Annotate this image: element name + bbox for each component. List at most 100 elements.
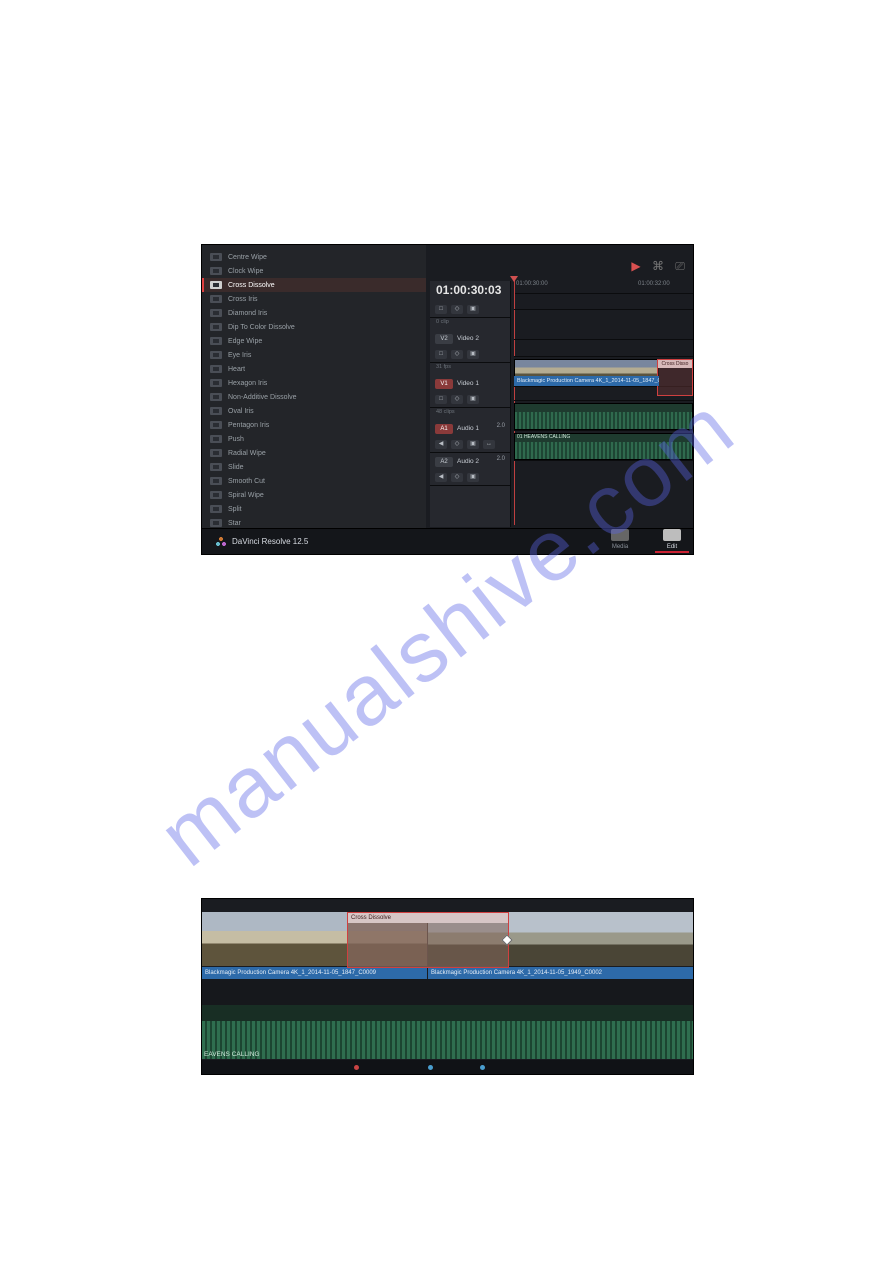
video-lane[interactable]: Blackmagic Production Camera 4K_1_2014-1… [202,899,693,980]
transition-item[interactable]: Dip To Color Dissolve [202,320,426,334]
transition-name: Star [228,520,241,527]
resolve-panel-top: Centre Wipe Clock Wipe Cross Dissolve Cross… [201,244,694,555]
marker-icon[interactable] [428,1065,433,1070]
transition-name: Dip To Color Dissolve [228,324,295,331]
transition-name: Diamond Iris [228,310,267,317]
track-head-a2[interactable]: A2Audio 2 2.0 ◀◇▣ [430,453,510,486]
transition-item[interactable]: Radial Wipe [202,446,426,460]
media-icon [611,529,629,541]
edit-icon [663,529,681,541]
transition-icon [210,463,222,471]
transition-icon [210,393,222,401]
transition-icon [210,477,222,485]
transition-icon [210,253,222,261]
timeline-area: ▶ ⌘ ⎚ 01:00:30:00 01:00:32:00 01:00:30:0… [426,245,693,528]
audio-clip-a2[interactable]: 01 HEAVENS CALLING [514,433,693,460]
clip-name: Blackmagic Production Camera 4K_1_2014-1… [428,967,693,979]
transition-name: Radial Wipe [228,450,266,457]
transition-icon [210,267,222,275]
resolve-logo-icon [216,537,226,547]
mini-ruler[interactable] [202,1060,693,1074]
transition-item[interactable]: Smooth Cut [202,474,426,488]
audio-clip-label: EAVENS CALLING [204,1051,260,1058]
blade-tool-icon[interactable]: ⌘ [651,259,665,271]
audio-clip-a1[interactable] [514,403,693,430]
transition-icon [210,323,222,331]
transition-item[interactable]: Eye Iris [202,348,426,362]
app-title: DaVinci Resolve 12.5 [232,537,308,546]
transition-item[interactable]: Heart [202,362,426,376]
transition-icon [210,407,222,415]
transition-icon [210,519,222,527]
arrow-tool-icon[interactable]: ▶ [629,259,643,271]
page-nav: Media Edit [603,529,689,553]
clip-right[interactable]: Blackmagic Production Camera 4K_1_2014-1… [428,912,693,966]
transition-item[interactable]: Oval Iris [202,404,426,418]
transition-name: Eye Iris [228,352,251,359]
transition-icon [210,351,222,359]
audio-clip-label: 01 HEAVENS CALLING [517,434,570,440]
ruler-tick: 01:00:30:00 [516,281,548,287]
transition-name: Oval Iris [228,408,254,415]
transition-icon [210,337,222,345]
transition-name: Hexagon Iris [228,380,267,387]
transition-icon [210,365,222,373]
transition-item[interactable]: Pentagon Iris [202,418,426,432]
track-headers: 01:00:30:03 □◇▣ 0 clip V2Video 2 □◇▣ 31 … [430,281,511,527]
timeline-lanes[interactable]: Cross Disso Blackmagic Production Camera… [514,293,693,528]
transition-name: Cross Dissolve [228,282,275,289]
track-head-v2[interactable]: V2Video 2 □◇▣ [430,330,510,363]
transition-item[interactable]: Non-Additive Dissolve [202,390,426,404]
transition-name: Centre Wipe [228,254,267,261]
transition-item[interactable]: Clock Wipe [202,264,426,278]
track-head-v3[interactable]: □◇▣ [430,299,510,318]
transition-name: Slide [228,464,244,471]
lane-a2[interactable]: 01 HEAVENS CALLING [514,431,693,461]
transition-icon [210,281,222,289]
transition-icon [210,435,222,443]
transition-icon [210,491,222,499]
track-head-v1[interactable]: V1Video 1 □◇▣ [430,375,510,408]
marker-icon[interactable] [354,1065,359,1070]
resolve-panel-bottom: Blackmagic Production Camera 4K_1_2014-1… [201,898,694,1075]
app-footer: DaVinci Resolve 12.5 Media Edit [202,528,693,554]
transition-item[interactable]: Push [202,432,426,446]
transition-icon [210,505,222,513]
lane-v1[interactable]: Cross Disso Blackmagic Production Camera… [514,357,693,387]
ruler-tick: 01:00:32:00 [638,281,670,287]
transition-item[interactable]: Cross Dissolve [202,278,426,292]
transition-name: Split [228,506,242,513]
transition-icon [210,379,222,387]
nav-edit[interactable]: Edit [655,529,689,553]
transition-name: Heart [228,366,245,373]
transition-item[interactable]: Spiral Wipe [202,488,426,502]
lane-a1[interactable] [514,401,693,431]
link-tool-icon[interactable]: ⎚ [673,259,687,271]
transition-item[interactable]: Slide [202,460,426,474]
transition-item[interactable]: Edge Wipe [202,334,426,348]
transition-icon [210,449,222,457]
transition-icon [210,421,222,429]
track-head-a1[interactable]: A1Audio 1 2.0 ◀◇▣↔ [430,420,510,453]
transition-label: Cross Disso [658,360,692,368]
nav-media[interactable]: Media [603,529,637,553]
transition-icon [210,295,222,303]
transitions-list: Centre Wipe Clock Wipe Cross Dissolve Cross… [202,245,427,533]
transition-item[interactable]: Hexagon Iris [202,376,426,390]
transition-name: Edge Wipe [228,338,262,345]
transition-item[interactable]: Split [202,502,426,516]
gap-lane [202,979,693,1005]
clip-thumbnail [428,912,693,966]
marker-icon[interactable] [480,1065,485,1070]
timecode-readout: 01:00:30:03 [436,283,501,297]
timeline-toolbar: ▶ ⌘ ⎚ [629,259,687,271]
transition-icon [210,309,222,317]
audio-lane[interactable]: EAVENS CALLING [202,1005,693,1059]
transition-name: Smooth Cut [228,478,265,485]
transition-name: Push [228,436,244,443]
transition-name: Cross Iris [228,296,258,303]
transition-item[interactable]: Centre Wipe [202,250,426,264]
video-clip-name: Blackmagic Production Camera 4K_1_2014-1… [514,376,659,386]
transition-item[interactable]: Cross Iris [202,292,426,306]
transition-item[interactable]: Diamond Iris [202,306,426,320]
